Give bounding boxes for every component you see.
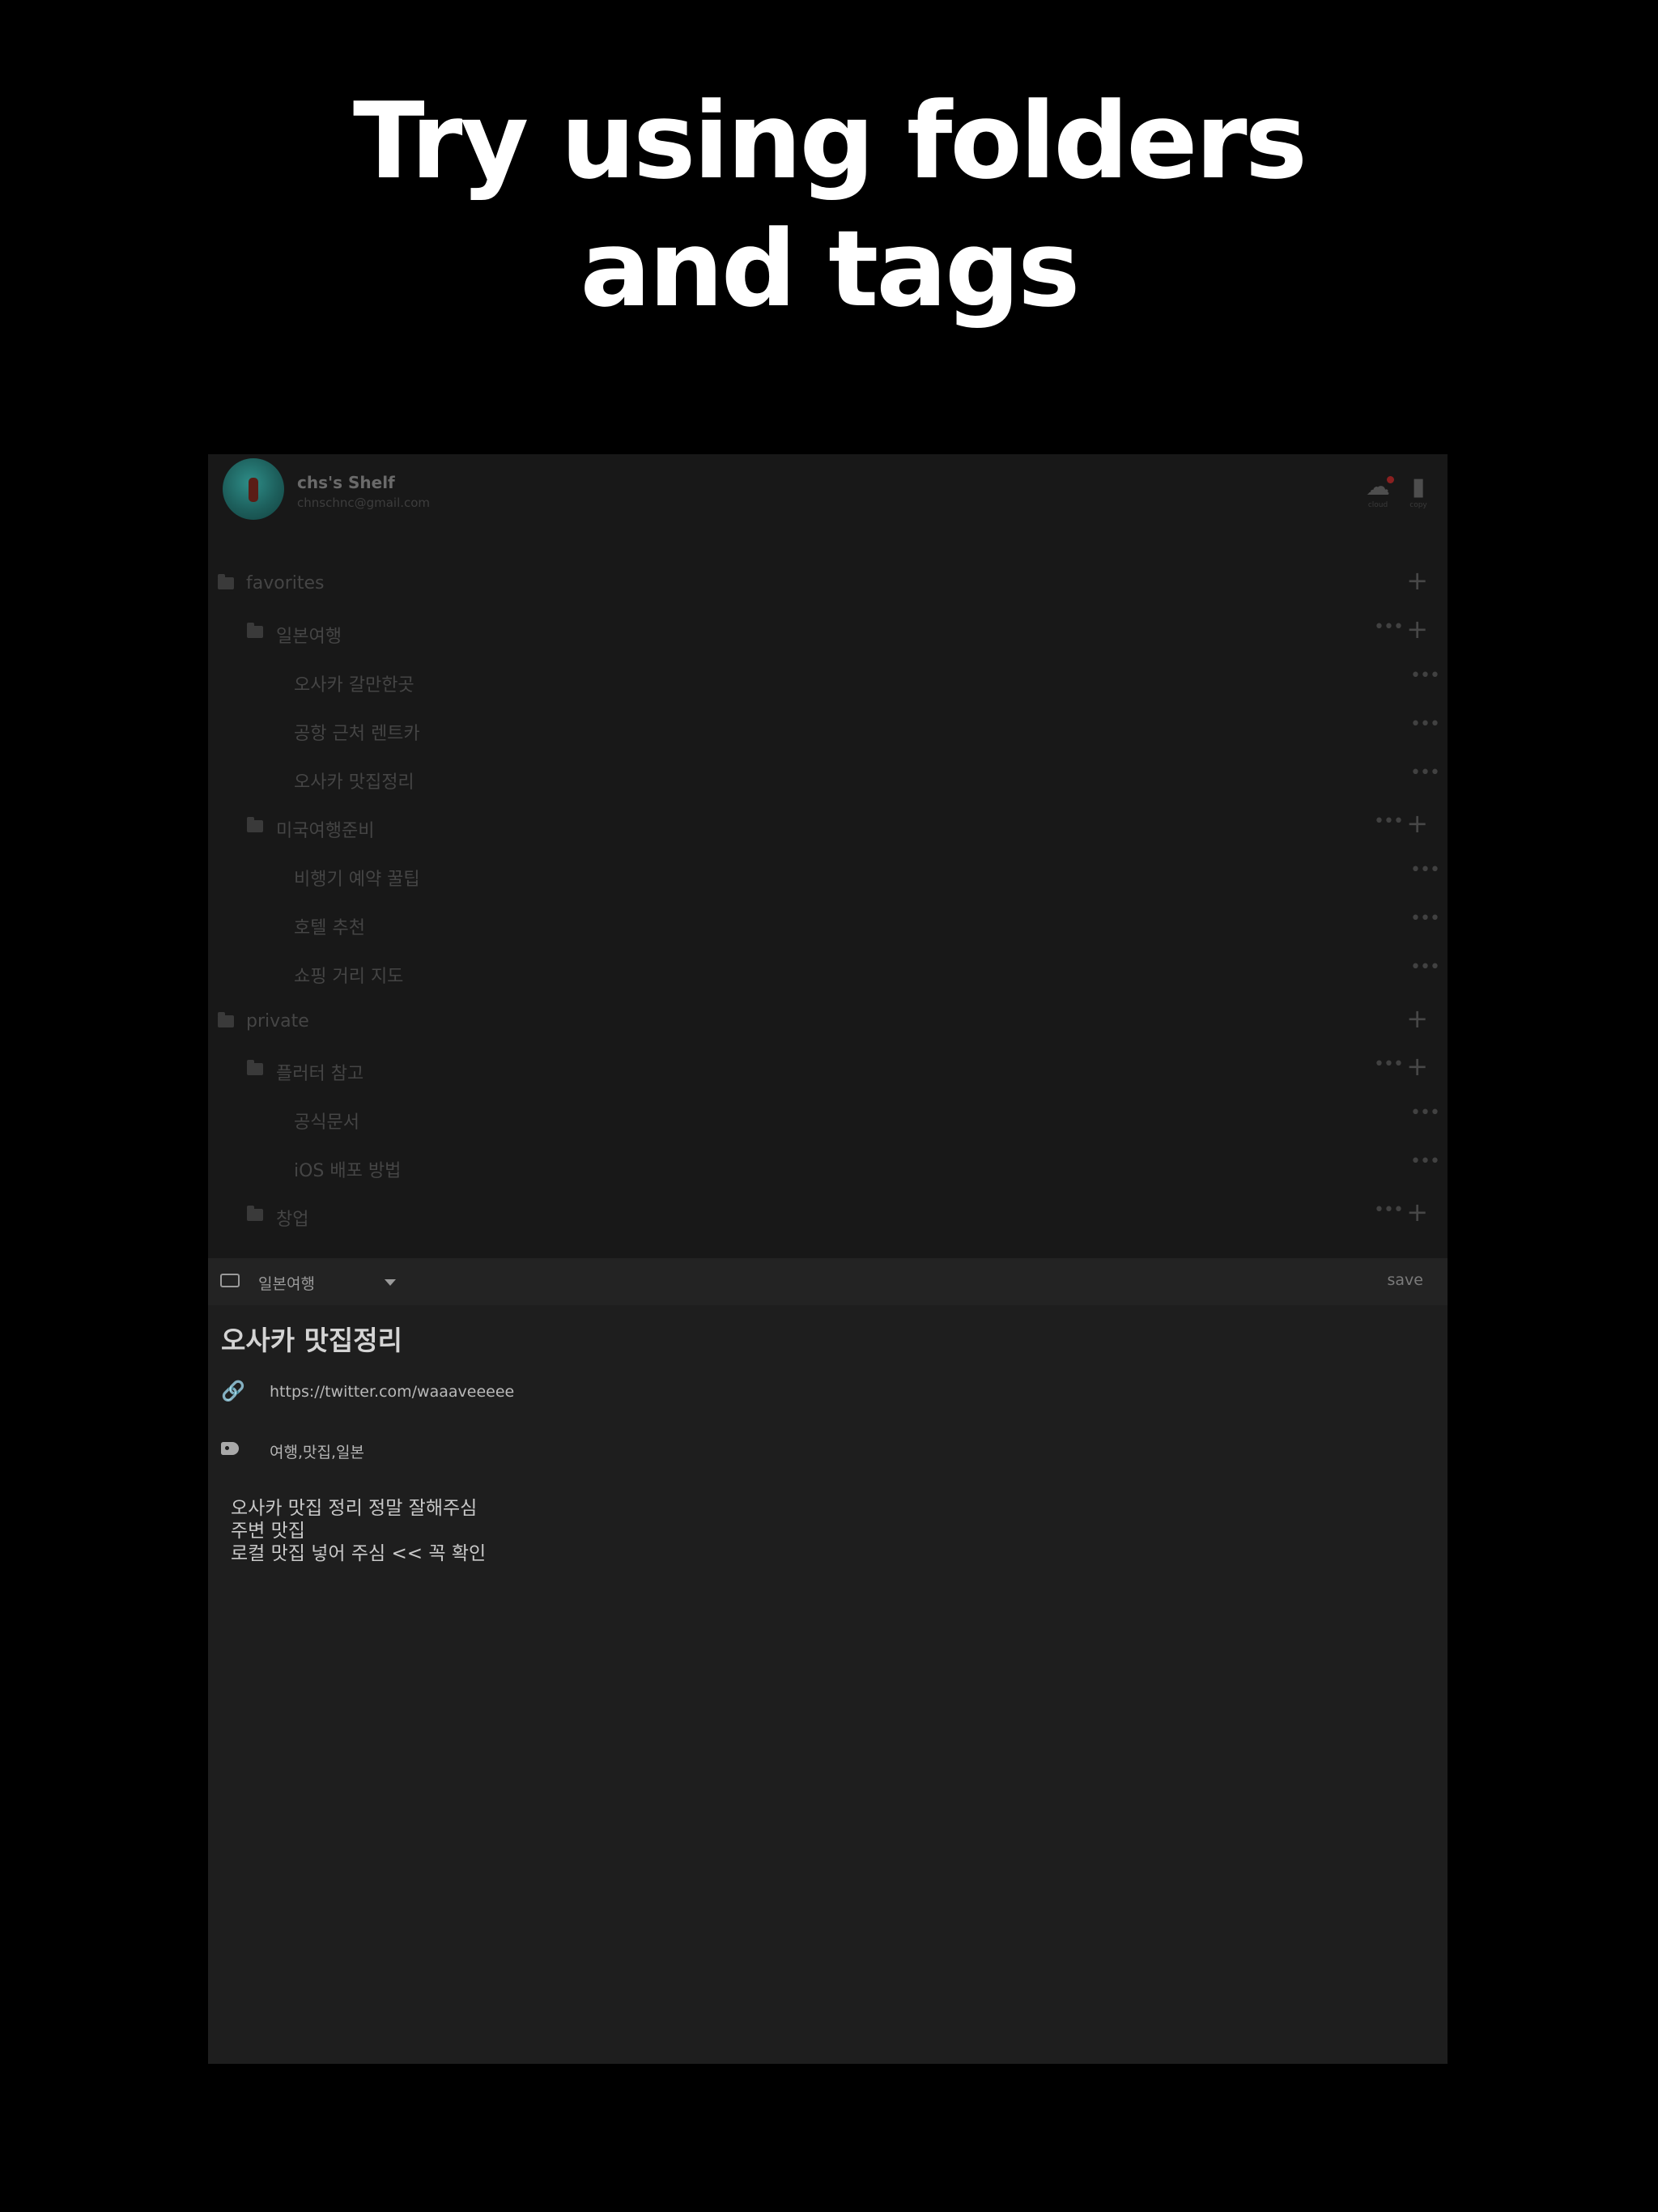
more-icon[interactable]: ••• (1410, 908, 1440, 929)
notification-dot (1387, 476, 1394, 483)
folder-icon (247, 817, 263, 832)
headline: Try using folders and tags (0, 77, 1658, 333)
folder-label: 일본여행 (276, 627, 342, 647)
profile-name: chs's Shelf (297, 473, 395, 492)
folder-flutter[interactable]: 플러터 참고 ••• + (208, 1046, 1448, 1095)
note-label: 쇼핑 거리 지도 (294, 967, 404, 987)
add-icon[interactable]: + (1406, 1199, 1428, 1225)
list-item[interactable]: iOS 배포 방법 ••• (208, 1143, 1448, 1192)
more-icon[interactable]: ••• (1374, 1200, 1404, 1220)
more-icon[interactable]: ••• (1410, 860, 1440, 880)
tag-icon (221, 1442, 239, 1455)
copy-caption: copy (1409, 501, 1427, 509)
folder-usa-trip[interactable]: 미국여행준비 ••• + (208, 803, 1448, 852)
note-label: 공식문서 (294, 1112, 359, 1133)
add-icon[interactable]: + (1406, 568, 1428, 593)
folder-icon (247, 623, 263, 638)
save-button[interactable]: save (1388, 1271, 1423, 1289)
folder-label: 미국여행준비 (276, 821, 375, 841)
copy-button[interactable]: ▮ copy (1394, 474, 1443, 523)
clipboard-icon: ▮ (1411, 473, 1426, 501)
more-icon[interactable]: ••• (1410, 763, 1440, 783)
folder-icon (218, 1012, 234, 1027)
note-label: 비행기 예약 꿀팁 (294, 870, 420, 890)
folder-label: favorites (246, 573, 325, 593)
headline-line-1: Try using folders (352, 79, 1307, 202)
list-item[interactable]: 공식문서 ••• (208, 1095, 1448, 1143)
list-item[interactable]: 오사카 맛집정리 ••• (208, 755, 1448, 803)
note-body-line: 로컬 맛집 넣어 주심 << 꼭 확인 (231, 1543, 487, 1564)
list-item[interactable]: 비행기 예약 꿀팁 ••• (208, 852, 1448, 900)
folder-startup[interactable]: 창업 ••• + (208, 1192, 1448, 1240)
avatar-figure (249, 478, 258, 502)
note-label: 호텔 추천 (294, 918, 365, 938)
note-label: 공항 근처 렌트카 (294, 724, 420, 744)
note-body-line: 오사카 맛집 정리 정말 잘해주심 (231, 1498, 478, 1519)
profile-email: chnschnc@gmail.com (297, 496, 431, 510)
list-item[interactable]: 공항 근처 렌트카 ••• (208, 706, 1448, 755)
avatar[interactable] (223, 458, 284, 520)
more-icon[interactable]: ••• (1410, 666, 1440, 686)
add-icon[interactable]: + (1406, 1053, 1428, 1079)
note-body-line: 주변 맛집 (231, 1521, 305, 1542)
folder-select-value[interactable]: 일본여행 (258, 1272, 315, 1294)
note-editor: 일본여행 save 오사카 맛집정리 🔗 https://twitter.com… (208, 1258, 1448, 2064)
list-item[interactable]: 오사카 갈만한곳 ••• (208, 657, 1448, 706)
list-item[interactable]: 쇼핑 거리 지도 ••• (208, 949, 1448, 998)
folder-japan-trip[interactable]: 일본여행 ••• + (208, 609, 1448, 657)
more-icon[interactable]: ••• (1410, 957, 1440, 977)
more-icon[interactable]: ••• (1410, 1151, 1440, 1172)
more-icon[interactable]: ••• (1410, 714, 1440, 734)
chevron-down-icon[interactable] (385, 1279, 396, 1286)
note-label: 오사카 갈만한곳 (294, 675, 414, 696)
more-icon[interactable]: ••• (1374, 617, 1404, 637)
more-icon[interactable]: ••• (1410, 1103, 1440, 1123)
editor-toolbar: 일본여행 save (208, 1258, 1448, 1305)
note-body[interactable]: 오사카 맛집 정리 정말 잘해주심 주변 맛집 로컬 맛집 넣어 주심 << 꼭… (231, 1497, 486, 1565)
folder-icon (218, 574, 234, 589)
folder-icon (247, 1060, 263, 1075)
more-icon[interactable]: ••• (1374, 811, 1404, 832)
folder-label: 창업 (276, 1210, 309, 1230)
app-screen: chs's Shelf chnschnc@gmail.com ☁ cloud ▮… (208, 454, 1448, 2064)
note-label: iOS 배포 방법 (294, 1161, 402, 1181)
link-url[interactable]: https://twitter.com/waaaveeeee (270, 1383, 514, 1401)
more-icon[interactable]: ••• (1374, 1054, 1404, 1074)
folder-outline-icon (220, 1274, 240, 1287)
folder-private[interactable]: private + (208, 998, 1448, 1047)
add-icon[interactable]: + (1406, 1006, 1428, 1032)
folder-label: 플러터 참고 (276, 1064, 364, 1084)
add-icon[interactable]: + (1406, 616, 1428, 642)
profile-header[interactable]: chs's Shelf chnschnc@gmail.com ☁ cloud ▮… (223, 458, 1433, 523)
headline-line-2: and tags (580, 207, 1081, 330)
note-label: 오사카 맛집정리 (294, 772, 414, 793)
folder-favorites[interactable]: favorites + (208, 560, 1448, 609)
sidebar: chs's Shelf chnschnc@gmail.com ☁ cloud ▮… (208, 454, 1448, 1258)
folder-icon (247, 1206, 263, 1221)
add-icon[interactable]: + (1406, 810, 1428, 836)
folder-label: private (246, 1011, 309, 1032)
list-item[interactable]: 호텔 추천 ••• (208, 900, 1448, 949)
link-icon: 🔗 (221, 1380, 245, 1402)
tags-value[interactable]: 여행,맛집,일본 (270, 1440, 364, 1462)
note-title[interactable]: 오사카 맛집정리 (221, 1319, 402, 1358)
